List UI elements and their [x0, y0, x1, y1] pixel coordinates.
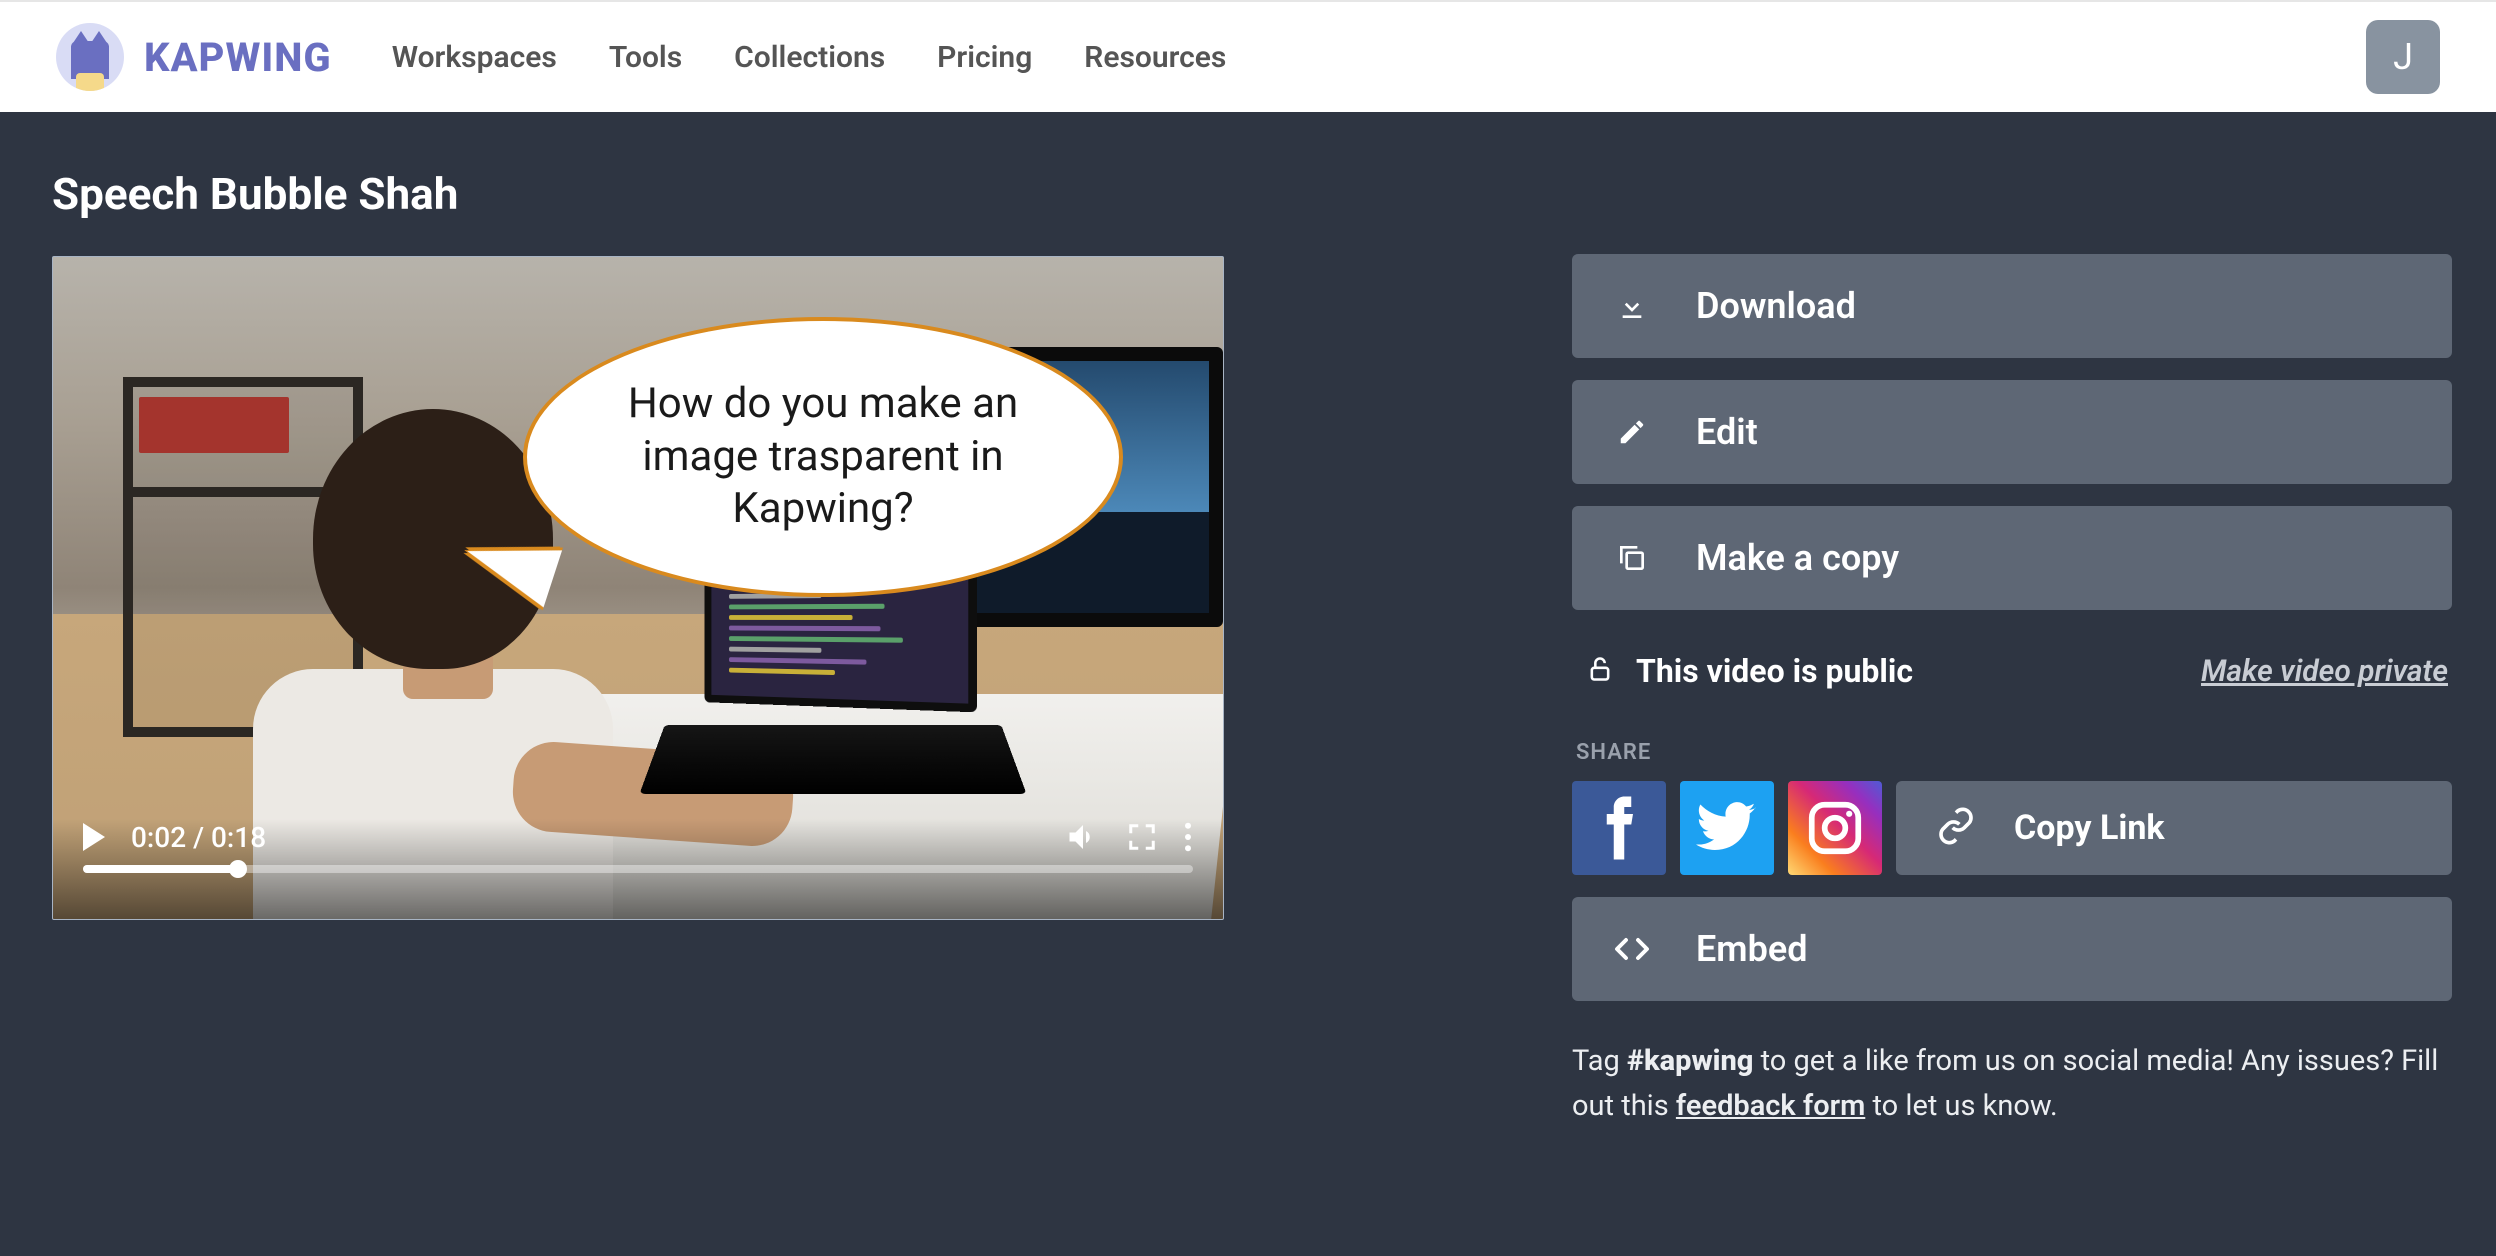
- embed-label: Embed: [1696, 928, 1807, 970]
- unlock-icon: [1586, 653, 1614, 689]
- pencil-icon: [1612, 417, 1652, 447]
- link-icon: [1936, 806, 1976, 850]
- fullscreen-icon[interactable]: [1127, 822, 1157, 852]
- nav-resources[interactable]: Resources: [1084, 40, 1226, 75]
- left-column: Speech Bubble Shah: [52, 168, 1232, 1129]
- feedback-form-link[interactable]: feedback form: [1676, 1089, 1865, 1123]
- video-time: 0:02 / 0:18: [131, 821, 266, 854]
- video-controls: 0:02 / 0:18: [53, 819, 1223, 919]
- copy-icon: [1612, 542, 1652, 574]
- footer-text: Tag #kapwing to get a like from us on so…: [1572, 1039, 2452, 1129]
- user-avatar[interactable]: J: [2366, 20, 2440, 94]
- play-icon[interactable]: [83, 823, 105, 851]
- edit-button[interactable]: Edit: [1572, 380, 2452, 484]
- speech-bubble: How do you make an image trasparent in K…: [523, 317, 1123, 597]
- nav-collections[interactable]: Collections: [734, 40, 885, 75]
- logo[interactable]: KAPWING: [56, 23, 332, 91]
- main-nav: Workspaces Tools Collections Pricing Res…: [392, 40, 1227, 75]
- share-twitter-button[interactable]: [1680, 781, 1774, 875]
- download-button[interactable]: Download: [1572, 254, 2452, 358]
- video-player[interactable]: How do you make an image trasparent in K…: [52, 256, 1224, 920]
- top-nav: KAPWING Workspaces Tools Collections Pri…: [0, 0, 2496, 112]
- nav-workspaces[interactable]: Workspaces: [392, 40, 557, 75]
- page-title: Speech Bubble Shah: [52, 168, 1232, 220]
- edit-label: Edit: [1696, 411, 1758, 453]
- progress-bar[interactable]: [83, 865, 1193, 873]
- share-instagram-button[interactable]: [1788, 781, 1882, 875]
- make-copy-label: Make a copy: [1696, 537, 1899, 579]
- share-facebook-button[interactable]: [1572, 781, 1666, 875]
- right-column: Download Edit Make a copy This video is …: [1572, 168, 2452, 1129]
- embed-button[interactable]: Embed: [1572, 897, 2452, 1001]
- download-icon: [1612, 290, 1652, 322]
- time-current: 0:02: [131, 821, 186, 854]
- more-icon[interactable]: [1183, 822, 1193, 852]
- nav-pricing[interactable]: Pricing: [937, 40, 1032, 75]
- download-label: Download: [1696, 285, 1856, 327]
- brand-name: KAPWING: [144, 34, 332, 81]
- privacy-row: This video is public Make video private: [1572, 632, 2452, 720]
- time-total: 0:18: [211, 821, 266, 854]
- make-private-link[interactable]: Make video private: [2201, 654, 2448, 689]
- share-label: SHARE: [1576, 740, 2452, 765]
- make-copy-button[interactable]: Make a copy: [1572, 506, 2452, 610]
- volume-icon[interactable]: [1065, 819, 1101, 855]
- copy-link-button[interactable]: Copy Link: [1896, 781, 2452, 875]
- brand-icon: [56, 23, 124, 91]
- privacy-status: This video is public: [1636, 652, 1913, 690]
- nav-tools[interactable]: Tools: [609, 40, 682, 75]
- code-icon: [1612, 935, 1652, 963]
- footer-hashtag: #kapwing: [1627, 1044, 1753, 1078]
- speech-bubble-text: How do you make an image trasparent in K…: [587, 378, 1059, 536]
- main-content: Speech Bubble Shah: [0, 112, 2496, 1129]
- share-row: Copy Link: [1572, 781, 2452, 875]
- copy-link-label: Copy Link: [2014, 808, 2165, 848]
